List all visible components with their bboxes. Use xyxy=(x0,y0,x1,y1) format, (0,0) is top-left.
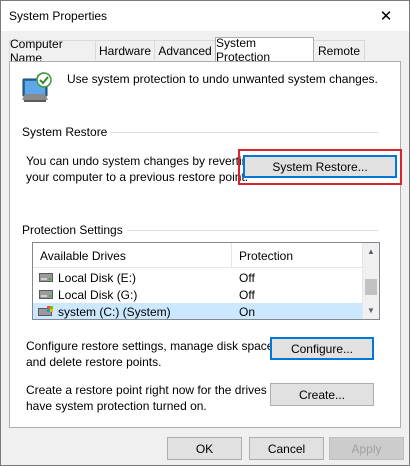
hard-drive-icon xyxy=(39,273,53,282)
tab-hardware[interactable]: Hardware xyxy=(95,40,155,60)
cancel-button[interactable]: Cancel xyxy=(249,437,324,460)
tab-system-protection[interactable]: System Protection xyxy=(215,36,314,64)
system-properties-window: System Properties ✕ Computer Name Hardwa… xyxy=(0,0,410,466)
list-item[interactable]: Local Disk (E:) Off xyxy=(33,269,363,286)
group-divider xyxy=(124,230,378,231)
group-divider xyxy=(110,132,378,133)
column-header-protection[interactable]: Protection xyxy=(239,249,293,263)
system-restore-button[interactable]: System Restore... xyxy=(243,155,397,178)
list-item-selected[interactable]: system (C:) (System) On xyxy=(33,303,363,319)
drives-list[interactable]: Available Drives Protection Local Disk (… xyxy=(32,242,380,320)
system-restore-group-label: System Restore xyxy=(22,125,112,139)
scroll-up-button[interactable]: ▲ xyxy=(363,243,379,260)
tab-computer-name[interactable]: Computer Name xyxy=(9,37,96,65)
hard-drive-icon xyxy=(39,290,53,299)
tab-remote[interactable]: Remote xyxy=(313,40,365,60)
title-bar[interactable]: System Properties ✕ xyxy=(1,1,409,31)
close-icon: ✕ xyxy=(379,8,393,25)
drive-name: Local Disk (G:) xyxy=(58,288,138,302)
system-drive-icon xyxy=(38,306,53,316)
protection-settings-group-label: Protection Settings xyxy=(22,223,127,237)
drive-protection: Off xyxy=(239,271,255,285)
chevron-down-icon: ▼ xyxy=(367,306,375,315)
system-protection-panel: Use system protection to undo unwanted s… xyxy=(9,61,402,428)
create-button[interactable]: Create... xyxy=(270,383,374,406)
list-item[interactable]: Local Disk (G:) Off xyxy=(33,286,363,303)
ok-button[interactable]: OK xyxy=(167,437,242,460)
system-restore-description: You can undo system changes by reverting… xyxy=(26,154,256,184)
list-header: Available Drives Protection xyxy=(33,243,363,268)
drive-name: Local Disk (E:) xyxy=(58,271,137,285)
drives-list-scrollbar[interactable]: ▲ ▼ xyxy=(362,243,379,319)
window-title: System Properties xyxy=(9,9,108,23)
scroll-down-button[interactable]: ▼ xyxy=(363,302,379,319)
configure-description: Configure restore settings, manage disk … xyxy=(26,339,277,369)
configure-button[interactable]: Configure... xyxy=(270,337,374,360)
system-protection-icon xyxy=(22,72,52,102)
close-button[interactable]: ✕ xyxy=(363,1,409,31)
drive-protection: Off xyxy=(239,288,255,302)
create-description: Create a restore point right now for the… xyxy=(26,383,291,413)
apply-button[interactable]: Apply xyxy=(329,437,404,460)
tab-advanced[interactable]: Advanced xyxy=(154,40,216,60)
chevron-up-icon: ▲ xyxy=(367,247,375,256)
scrollbar-thumb[interactable] xyxy=(365,279,377,295)
column-header-drives[interactable]: Available Drives xyxy=(40,249,126,263)
intro-text: Use system protection to undo unwanted s… xyxy=(67,72,378,86)
drive-protection: On xyxy=(239,305,256,319)
drive-name: system (C:) (System) xyxy=(58,305,171,319)
